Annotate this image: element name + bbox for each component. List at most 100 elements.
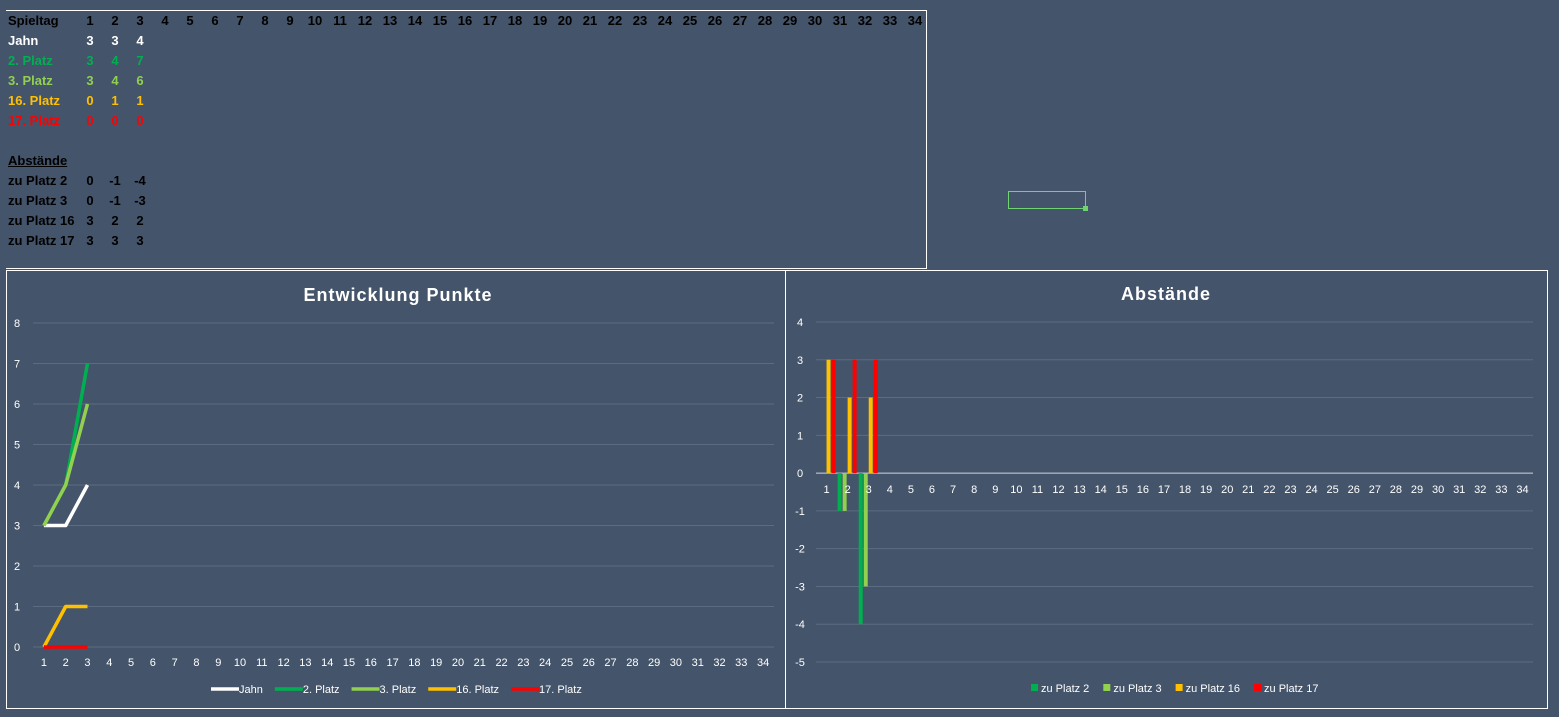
row-value[interactable]: 4 <box>103 51 127 71</box>
x-tick-label: 11 <box>256 657 267 669</box>
header-day[interactable]: 26 <box>703 11 727 31</box>
x-tick-label: 19 <box>430 657 442 669</box>
row-label[interactable]: 3. Platz <box>8 71 53 91</box>
row-label[interactable]: 2. Platz <box>8 51 53 71</box>
diff-row-label[interactable]: zu Platz 2 <box>8 171 67 191</box>
header-day[interactable]: 1 <box>78 11 102 31</box>
x-tick-label: 6 <box>929 484 935 496</box>
header-day[interactable]: 28 <box>753 11 777 31</box>
x-tick-label: 28 <box>626 657 638 669</box>
x-tick-label: 20 <box>452 657 464 669</box>
row-label[interactable]: 17. Platz <box>8 111 60 131</box>
header-day[interactable]: 11 <box>328 11 352 31</box>
header-day[interactable]: 15 <box>428 11 452 31</box>
header-day[interactable]: 13 <box>378 11 402 31</box>
row-value[interactable]: 3 <box>78 31 102 51</box>
row-value[interactable]: 6 <box>128 71 152 91</box>
row-value[interactable]: 0 <box>78 111 102 131</box>
diff-row-value[interactable]: 3 <box>103 231 127 251</box>
diff-row-value[interactable]: 3 <box>128 231 152 251</box>
points-chart[interactable]: Entwicklung Punkte 0 1 2 3 4 5 6 7 8 1 2 3 4 5 6 7 8 9 10 11… <box>6 270 786 709</box>
row-value[interactable]: 1 <box>103 91 127 111</box>
diff-row-value[interactable]: 0 <box>78 191 102 211</box>
diff-row-value[interactable]: -1 <box>103 191 127 211</box>
header-day[interactable]: 3 <box>128 11 152 31</box>
row-value[interactable]: 4 <box>103 71 127 91</box>
header-day[interactable]: 18 <box>503 11 527 31</box>
row-value[interactable]: 7 <box>128 51 152 71</box>
header-day[interactable]: 27 <box>728 11 752 31</box>
row-label[interactable]: 16. Platz <box>8 91 60 111</box>
x-tick-label: 30 <box>1432 484 1444 496</box>
diff-row-value[interactable]: 3 <box>78 231 102 251</box>
x-tick-label: 34 <box>757 657 769 669</box>
diff-row-value[interactable]: 2 <box>103 211 127 231</box>
legend-swatch <box>1031 684 1038 691</box>
row-value[interactable]: 0 <box>103 111 127 131</box>
legend-label: Jahn <box>239 684 263 696</box>
x-tick-label: 14 <box>1095 484 1107 496</box>
header-day[interactable]: 21 <box>578 11 602 31</box>
x-tick-label: 23 <box>1284 484 1296 496</box>
header-day[interactable]: 34 <box>903 11 927 31</box>
x-tick-label: 18 <box>1179 484 1191 496</box>
x-tick-label: 3 <box>866 484 872 496</box>
section-abstaende[interactable]: Abstände <box>8 151 67 171</box>
header-day[interactable]: 6 <box>203 11 227 31</box>
header-day[interactable]: 24 <box>653 11 677 31</box>
header-day[interactable]: 30 <box>803 11 827 31</box>
x-tick-label: 4 <box>887 484 893 496</box>
header-day[interactable]: 10 <box>303 11 327 31</box>
x-tick-label: 21 <box>474 657 486 669</box>
row-value[interactable]: 0 <box>78 91 102 111</box>
header-day[interactable]: 12 <box>353 11 377 31</box>
header-day[interactable]: 25 <box>678 11 702 31</box>
diff-row-label[interactable]: zu Platz 3 <box>8 191 67 211</box>
diff-row-value[interactable]: -1 <box>103 171 127 191</box>
gap-chart[interactable]: Abstände -5 -4 -3 -2 -1 0 1 2 3 4 1 2 3 4 5 6 7 8 9 10 11 12 13… <box>785 270 1548 709</box>
header-spieltag[interactable]: Spieltag <box>8 11 59 31</box>
header-day[interactable]: 22 <box>603 11 627 31</box>
bar <box>837 473 842 511</box>
header-day[interactable]: 4 <box>153 11 177 31</box>
header-day[interactable]: 32 <box>853 11 877 31</box>
row-value[interactable]: 0 <box>128 111 152 131</box>
x-tick-label: 24 <box>1305 484 1317 496</box>
header-day[interactable]: 2 <box>103 11 127 31</box>
header-day[interactable]: 17 <box>478 11 502 31</box>
row-value[interactable]: 4 <box>128 31 152 51</box>
row-value[interactable]: 3 <box>78 71 102 91</box>
row-value[interactable]: 1 <box>128 91 152 111</box>
header-day[interactable]: 29 <box>778 11 802 31</box>
fill-handle[interactable] <box>1083 206 1088 211</box>
header-day[interactable]: 7 <box>228 11 252 31</box>
header-day[interactable]: 8 <box>253 11 277 31</box>
diff-row-value[interactable]: -4 <box>128 171 152 191</box>
header-day[interactable]: 23 <box>628 11 652 31</box>
x-tick-label: 26 <box>1348 484 1360 496</box>
x-tick-label: 33 <box>1495 484 1507 496</box>
diff-row-value[interactable]: -3 <box>128 191 152 211</box>
header-day[interactable]: 14 <box>403 11 427 31</box>
row-value[interactable]: 3 <box>103 31 127 51</box>
header-day[interactable]: 16 <box>453 11 477 31</box>
header-day[interactable]: 33 <box>878 11 902 31</box>
diff-row-label[interactable]: zu Platz 17 <box>8 231 74 251</box>
header-day[interactable]: 5 <box>178 11 202 31</box>
selected-cell[interactable] <box>1008 191 1086 209</box>
x-tick-label: 28 <box>1390 484 1402 496</box>
diff-row-label[interactable]: zu Platz 16 <box>8 211 74 231</box>
y-tick-label: 7 <box>14 359 20 371</box>
diff-row-value[interactable]: 3 <box>78 211 102 231</box>
diff-row-value[interactable]: 0 <box>78 171 102 191</box>
x-tick-label: 17 <box>1158 484 1170 496</box>
diff-row-value[interactable]: 2 <box>128 211 152 231</box>
row-label[interactable]: Jahn <box>8 31 38 51</box>
header-day[interactable]: 9 <box>278 11 302 31</box>
x-tick-label: 4 <box>106 657 112 669</box>
x-tick-label: 10 <box>234 657 246 669</box>
row-value[interactable]: 3 <box>78 51 102 71</box>
header-day[interactable]: 20 <box>553 11 577 31</box>
header-day[interactable]: 19 <box>528 11 552 31</box>
header-day[interactable]: 31 <box>828 11 852 31</box>
